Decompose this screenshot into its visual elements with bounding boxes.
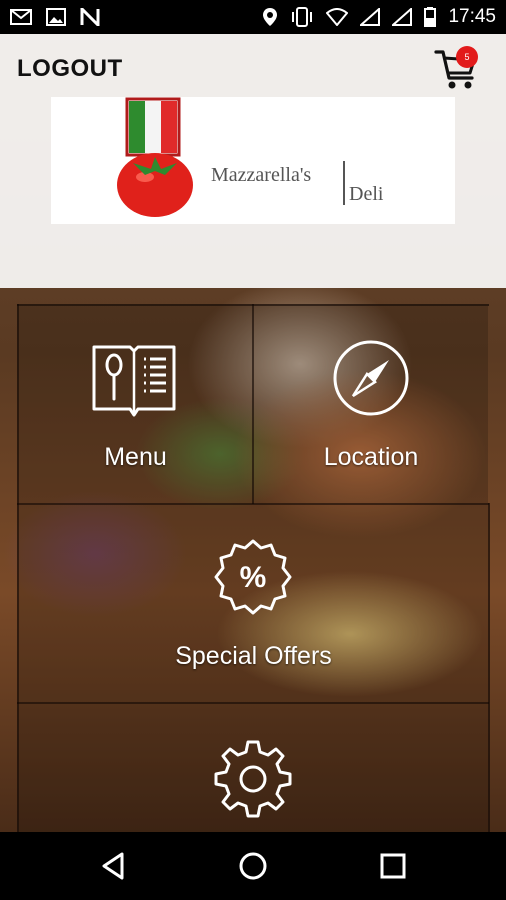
vibrate-icon	[292, 7, 313, 27]
logo-name: Mazzarella's	[211, 164, 312, 186]
signal-icon	[392, 8, 413, 26]
location-icon	[263, 8, 278, 26]
location-label: Location	[323, 443, 419, 471]
restaurant-logo: Mazzarella's Deli	[51, 97, 455, 224]
menu-tile[interactable]: Menu	[19, 306, 252, 503]
settings-tile[interactable]	[19, 704, 488, 832]
menu-label: Menu	[104, 443, 167, 471]
tile-divider	[488, 503, 490, 832]
special-offers-tile[interactable]: % Special Offers	[19, 505, 488, 702]
logout-button[interactable]: LOGOUT	[17, 55, 123, 83]
percent-badge-icon: %	[214, 539, 292, 615]
menu-book-icon	[92, 345, 176, 417]
status-bar: 17:45	[0, 0, 506, 34]
special-offers-label: Special Offers	[175, 642, 332, 670]
status-right-icons: 17:45	[262, 6, 496, 28]
gmail-icon	[10, 9, 32, 25]
tomato-flag-logo-icon	[117, 97, 193, 217]
app-screen: LOGOUT 5 Mazzarella's Deli Menu Location…	[0, 34, 506, 832]
status-left-icons	[10, 8, 100, 26]
battery-icon	[424, 7, 437, 27]
n-notification-icon	[80, 8, 100, 26]
logo-divider	[343, 161, 345, 205]
back-icon[interactable]	[96, 848, 132, 884]
location-tile[interactable]: Location	[254, 306, 488, 503]
recents-icon[interactable]	[375, 848, 411, 884]
home-icon[interactable]	[235, 848, 271, 884]
signal-icon	[360, 8, 381, 26]
clock: 17:45	[448, 6, 496, 27]
settings-gear-icon	[214, 740, 292, 818]
svg-text:%: %	[240, 561, 267, 594]
cart-count-badge: 5	[456, 46, 478, 68]
image-icon	[46, 8, 66, 26]
system-nav-bar	[0, 832, 506, 900]
wifi-icon	[326, 8, 349, 26]
logo-deli: Deli	[349, 183, 384, 205]
compass-icon	[333, 340, 409, 416]
